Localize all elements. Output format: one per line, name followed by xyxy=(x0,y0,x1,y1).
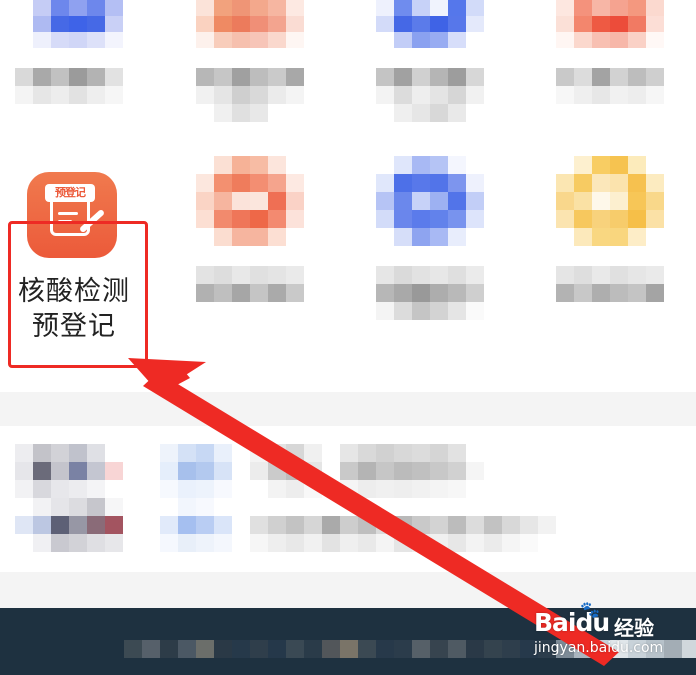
blurred-app-label-7 xyxy=(556,266,664,302)
blurred-app-icon-3[interactable] xyxy=(376,0,484,48)
icon-tag-text: 预登记 xyxy=(45,184,95,202)
blurred-app-icon-1[interactable] xyxy=(33,0,123,48)
blurred-list-block-1[interactable] xyxy=(15,444,123,552)
blurred-app-label-2 xyxy=(196,68,304,122)
section-divider xyxy=(0,392,696,426)
blurred-app-label-3 xyxy=(376,68,484,122)
blurred-app-icon-6[interactable] xyxy=(376,156,484,246)
blurred-app-icon-2[interactable] xyxy=(196,0,304,48)
blurred-app-label-1 xyxy=(15,68,123,104)
blurred-app-label-5 xyxy=(196,266,304,302)
blurred-app-label-4 xyxy=(556,68,664,104)
highlight-box xyxy=(8,221,148,368)
baidu-jingyan-watermark: Baidu 🐾 经验 jingyan.baidu.com xyxy=(532,596,692,666)
blurred-app-label-6 xyxy=(376,266,484,320)
watermark-domain: jingyan.baidu.com xyxy=(534,640,664,656)
watermark-jingyan: 经验 xyxy=(614,616,654,640)
document-line xyxy=(58,212,78,215)
blurred-app-icon-7[interactable] xyxy=(556,156,664,246)
blurred-app-icon-4[interactable] xyxy=(556,0,664,48)
blurred-app-icon-5[interactable] xyxy=(196,156,304,246)
blurred-list-block-2 xyxy=(160,444,232,552)
paw-icon: 🐾 xyxy=(580,600,600,619)
blurred-list-text-1 xyxy=(250,444,484,498)
blurred-list-text-2 xyxy=(250,516,556,552)
